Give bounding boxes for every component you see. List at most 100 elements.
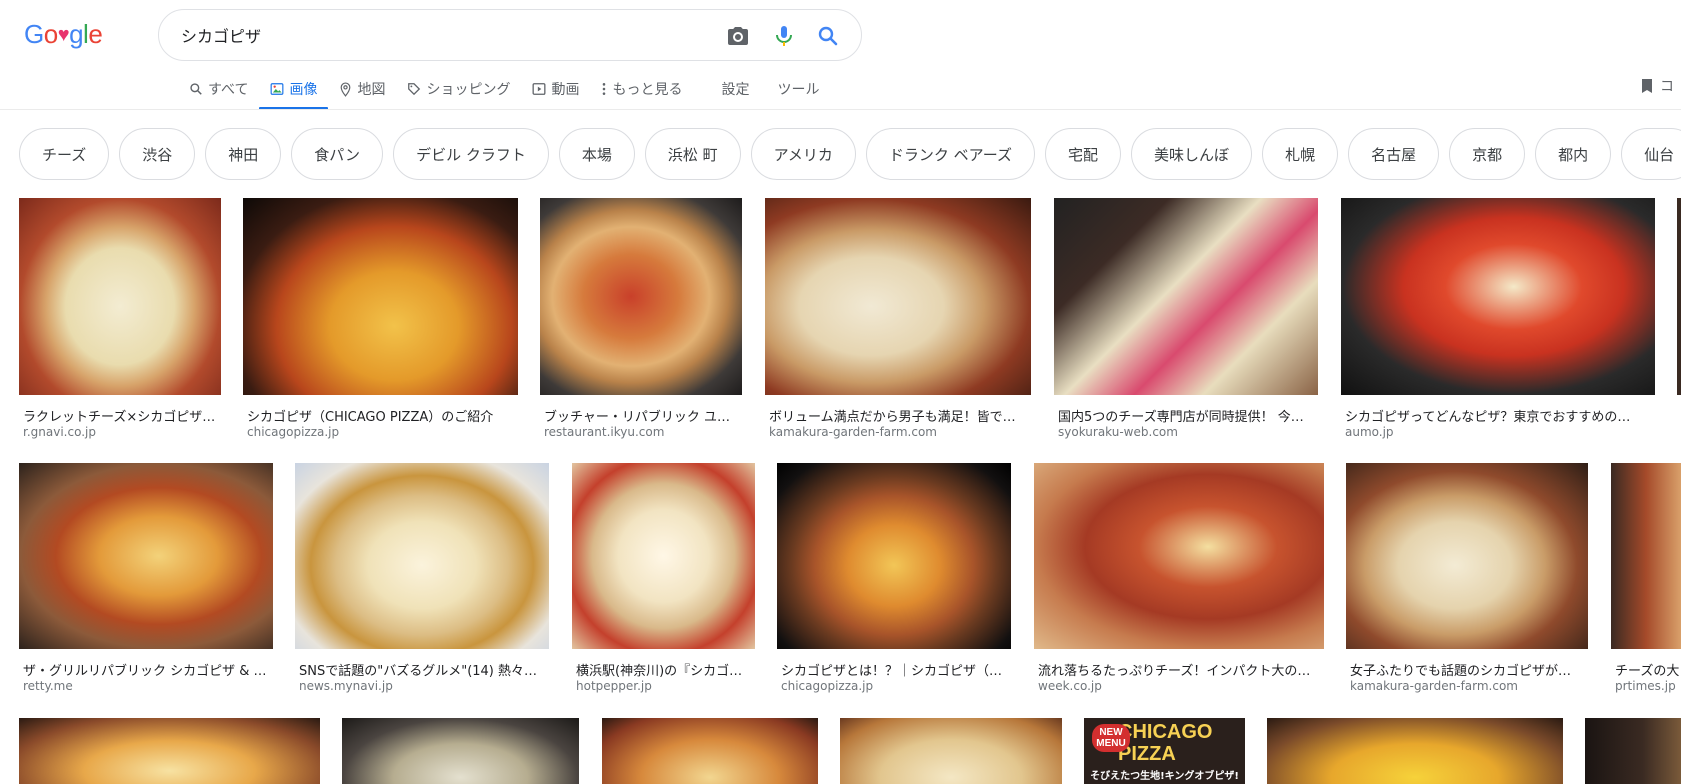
search-box (158, 9, 862, 61)
chip[interactable]: ドランク ベアーズ (865, 128, 1036, 180)
result-title[interactable]: ボリューム満点だから男子も満足！皆で… (769, 406, 1031, 425)
result-image[interactable] (19, 198, 221, 395)
new-menu-badge: NEW MENU (1092, 724, 1130, 752)
result-image[interactable] (777, 463, 1011, 649)
result-image[interactable] (19, 463, 273, 649)
result-image[interactable] (840, 718, 1062, 784)
collections-button[interactable]: コ (1640, 76, 1674, 96)
image-icon (271, 83, 284, 95)
more-vert-icon (603, 83, 606, 95)
banner-subtitle: そびえたつ生地!キングオブピザ! (1090, 770, 1239, 782)
tab-label: 地図 (357, 82, 386, 98)
result-title[interactable]: チーズの大 (1615, 660, 1681, 679)
chip[interactable]: 札幌 (1262, 128, 1339, 180)
bookmark-icon (1642, 79, 1652, 93)
result-image[interactable] (295, 463, 549, 649)
tab-label: 画像 (289, 82, 318, 98)
tab-shopping[interactable]: ショッピング (396, 68, 521, 110)
result-source[interactable]: kamakura-garden-farm.com (1350, 679, 1588, 693)
chip-label: チーズ (42, 145, 87, 164)
result-image[interactable] (1267, 718, 1563, 784)
tab-tools[interactable]: ツール (763, 68, 833, 110)
result-source[interactable]: retty.me (23, 679, 273, 693)
result-source[interactable]: syokuraku-web.com (1058, 425, 1318, 439)
chip-label: 美味しんぼ (1154, 145, 1230, 164)
chip[interactable]: 名古屋 (1348, 128, 1440, 180)
result-image[interactable] (572, 463, 755, 649)
camera-icon[interactable] (725, 23, 751, 49)
result-image[interactable] (1054, 198, 1318, 395)
search-input[interactable] (181, 25, 681, 45)
result-title[interactable]: ザ・グリルリパブリック シカゴピザ & … (23, 660, 273, 679)
chip[interactable]: 本場 (558, 128, 635, 180)
result-source[interactable]: aumo.jp (1345, 425, 1655, 439)
chip[interactable]: 浜松 町 (644, 128, 741, 180)
tab-all[interactable]: すべて (178, 68, 259, 110)
chip-label: 都内 (1558, 145, 1589, 164)
result-title[interactable]: シカゴピザとは！？｜シカゴピザ（… (781, 660, 1011, 679)
chip[interactable]: 食パン (291, 128, 384, 180)
result-image[interactable] (540, 198, 742, 395)
result-source[interactable]: chicagopizza.jp (247, 425, 518, 439)
result-source[interactable]: restaurant.ikyu.com (544, 425, 742, 439)
result-title[interactable]: シカゴピザ（CHICAGO PIZZA）のご紹介 (247, 406, 518, 425)
tab-label: もっと見る (612, 82, 683, 98)
tab-images[interactable]: 画像 (259, 68, 329, 110)
google-logo[interactable]: Go♥gle (24, 18, 114, 50)
tab-label: すべて (208, 82, 249, 98)
chip[interactable]: チーズ (19, 128, 110, 180)
microphone-icon[interactable] (771, 23, 797, 49)
result-image[interactable] (19, 718, 320, 784)
result-title[interactable]: 横浜駅(神奈川)の『シカゴ… (576, 660, 755, 679)
chip-label: デビル クラフト (416, 145, 526, 164)
result-image[interactable] (1034, 463, 1324, 649)
tab-maps[interactable]: 地図 (328, 68, 396, 110)
result-title[interactable]: 流れ落ちるたっぷりチーズ！インパクト大の… (1038, 660, 1324, 679)
tab-settings[interactable]: 設定 (707, 68, 763, 110)
result-image[interactable] (342, 718, 579, 784)
result-image[interactable] (1346, 463, 1588, 649)
result-source[interactable]: kamakura-garden-farm.com (769, 425, 1031, 439)
result-source[interactable]: hotpepper.jp (576, 679, 755, 693)
result-title[interactable]: ブッチャー・リパブリック ユ… (544, 406, 742, 425)
result-image[interactable]: NEW MENU CHICAGO PIZZA そびえたつ生地!キングオブピザ! (1084, 718, 1245, 784)
chip[interactable]: 美味しんぼ (1131, 128, 1253, 180)
result-title[interactable]: ラクレットチーズ×シカゴピザ… (23, 406, 221, 425)
result-source[interactable]: news.mynavi.jp (299, 679, 549, 693)
result-source[interactable]: prtimes.jp (1615, 679, 1681, 693)
chip[interactable]: 宅配 (1045, 128, 1122, 180)
result-image[interactable] (1677, 198, 1681, 395)
banner-title: CHICAGO PIZZA (1118, 720, 1213, 765)
search-icon[interactable] (815, 23, 841, 49)
result-title[interactable]: 国内5つのチーズ専門店が同時提供！ 今… (1058, 406, 1318, 425)
tab-label: 設定 (721, 82, 750, 98)
chip[interactable]: 都内 (1535, 128, 1612, 180)
chip[interactable]: デビル クラフト (393, 128, 549, 180)
chip[interactable]: 京都 (1449, 128, 1526, 180)
chip[interactable]: 仙台 (1621, 128, 1681, 180)
result-image[interactable] (1585, 718, 1681, 784)
result-image[interactable] (1611, 463, 1681, 649)
chip-label: 名古屋 (1371, 145, 1417, 164)
result-title[interactable]: 女子ふたりでも話題のシカゴピザが… (1350, 660, 1588, 679)
map-pin-icon (341, 81, 351, 97)
chip-label: 札幌 (1285, 145, 1316, 164)
result-source[interactable]: r.gnavi.co.jp (23, 425, 221, 439)
result-source[interactable]: week.co.jp (1038, 679, 1324, 693)
header-divider (0, 109, 1681, 110)
result-image[interactable] (243, 198, 518, 395)
chip[interactable]: 神田 (205, 128, 282, 180)
result-image[interactable] (765, 198, 1031, 395)
result-source[interactable]: chicagopizza.jp (781, 679, 1011, 693)
tab-more[interactable]: もっと見る (590, 68, 693, 110)
result-image[interactable] (602, 718, 818, 784)
chip[interactable]: 渋谷 (119, 128, 196, 180)
related-search-chips: チーズ 渋谷 神田 食パン デビル クラフト 本場 浜松 町 アメリカ ドランク… (19, 128, 1681, 180)
result-title[interactable]: シカゴピザってどんなピザ？東京でおすすめの… (1345, 406, 1655, 425)
tab-videos[interactable]: 動画 (521, 68, 590, 110)
chip-label: アメリカ (773, 145, 833, 164)
tag-icon (408, 83, 421, 96)
result-title[interactable]: SNSで話題の"バズるグルメ"(14) 熱々！… (299, 660, 549, 679)
result-image[interactable] (1341, 198, 1655, 395)
chip[interactable]: アメリカ (750, 128, 856, 180)
